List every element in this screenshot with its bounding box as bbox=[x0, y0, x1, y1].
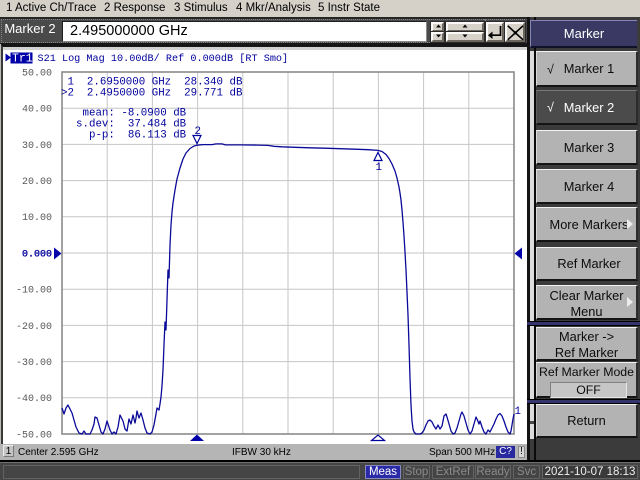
svg-text:-20.00: -20.00 bbox=[16, 322, 52, 333]
svg-text:Tr1: Tr1 bbox=[12, 52, 33, 65]
svg-text:1: 1 bbox=[515, 406, 521, 418]
svg-text:1: 1 bbox=[376, 162, 382, 174]
svg-text:-40.00: -40.00 bbox=[16, 394, 52, 405]
svg-text:-10.00: -10.00 bbox=[16, 286, 52, 297]
svg-text:40.00: 40.00 bbox=[22, 105, 52, 116]
svg-text:>2 2.4950000 GHz 29.771 dB: >2 2.4950000 GHz 29.771 dB bbox=[61, 87, 243, 99]
svg-text:20.00: 20.00 bbox=[22, 177, 52, 188]
svg-text:p-p: 86.113 dB: p-p: 86.113 dB bbox=[76, 129, 187, 141]
svg-text:10.00: 10.00 bbox=[22, 213, 52, 224]
svg-text:S21 Log Mag 10.00dB/ Ref 0.000: S21 Log Mag 10.00dB/ Ref 0.000dB [RT Smo… bbox=[38, 53, 289, 65]
svg-text:-30.00: -30.00 bbox=[16, 358, 52, 369]
svg-text:30.00: 30.00 bbox=[22, 141, 52, 152]
svg-text:-50.00: -50.00 bbox=[16, 430, 52, 441]
svg-text:0.000: 0.000 bbox=[22, 249, 52, 260]
svg-text:50.00: 50.00 bbox=[22, 68, 52, 79]
